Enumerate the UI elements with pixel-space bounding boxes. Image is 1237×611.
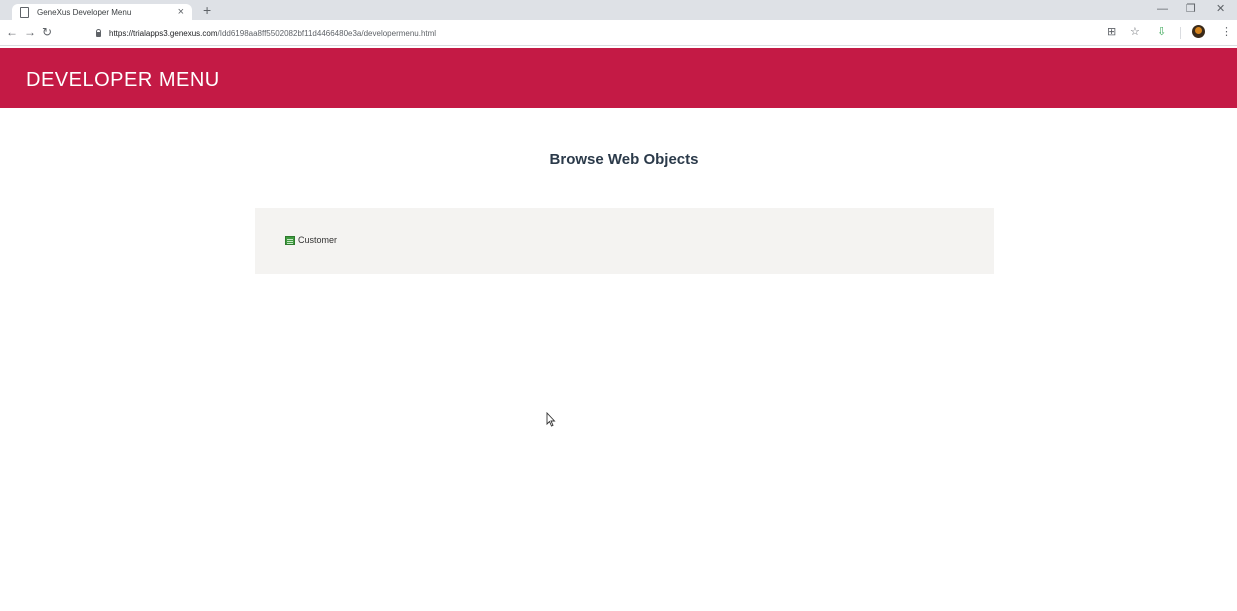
objects-panel: Customer [255,208,994,274]
menu-icon[interactable]: ⋮ [1221,25,1232,39]
tab-title: GeneXus Developer Menu [37,7,132,17]
cursor-icon [546,412,556,427]
section-title: Browse Web Objects [549,151,699,168]
browser-tab-bar: GeneXus Developer Menu × + — ❐ ✕ [0,0,1237,20]
page-icon [20,6,29,18]
url-host: https://trialapps3.genexus.com [109,28,218,38]
app-title: DEVELOPER MENU [26,69,220,91]
object-link-customer[interactable]: Customer [285,235,337,245]
reload-icon[interactable]: ↻ [42,25,52,39]
app-header: DEVELOPER MENU [0,48,1237,108]
close-icon[interactable]: × [178,6,184,18]
extension-icon[interactable]: ⇩ [1157,25,1166,39]
address-bar[interactable]: https://trialapps3.genexus.com/Idd6198aa… [84,25,1084,41]
lock-icon[interactable] [96,28,101,37]
profile-avatar[interactable] [1192,25,1205,38]
object-link-label: Customer [298,235,338,245]
star-icon[interactable]: ☆ [1130,25,1140,39]
close-icon[interactable]: ✕ [1216,3,1225,15]
grid-icon [285,235,295,245]
toolbar-divider [1180,27,1181,39]
browser-tab[interactable]: GeneXus Developer Menu × [12,4,192,20]
minimize-icon[interactable]: — [1157,3,1168,15]
restore-icon[interactable]: ❐ [1186,3,1196,15]
arrow-right-icon[interactable]: → [24,25,36,39]
translate-icon[interactable]: ⊞ [1107,25,1116,39]
url-path: /Idd6198aa8ff5502082bf11d4466480e3a/deve… [217,28,437,38]
arrow-left-icon[interactable]: ← [6,25,18,39]
browser-toolbar: ← → ↻ https://trialapps3.genexus.com/Idd… [0,20,1237,46]
plus-icon[interactable]: + [203,3,211,17]
